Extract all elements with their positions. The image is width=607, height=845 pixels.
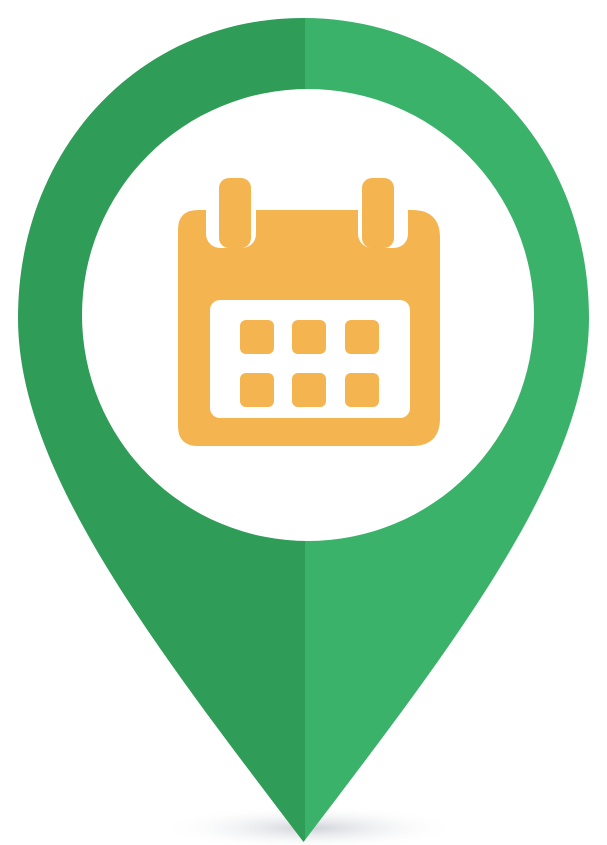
map-pin-calendar-icon — [18, 18, 589, 845]
calendar-icon — [178, 178, 440, 446]
map-pin-graphic — [0, 0, 607, 845]
